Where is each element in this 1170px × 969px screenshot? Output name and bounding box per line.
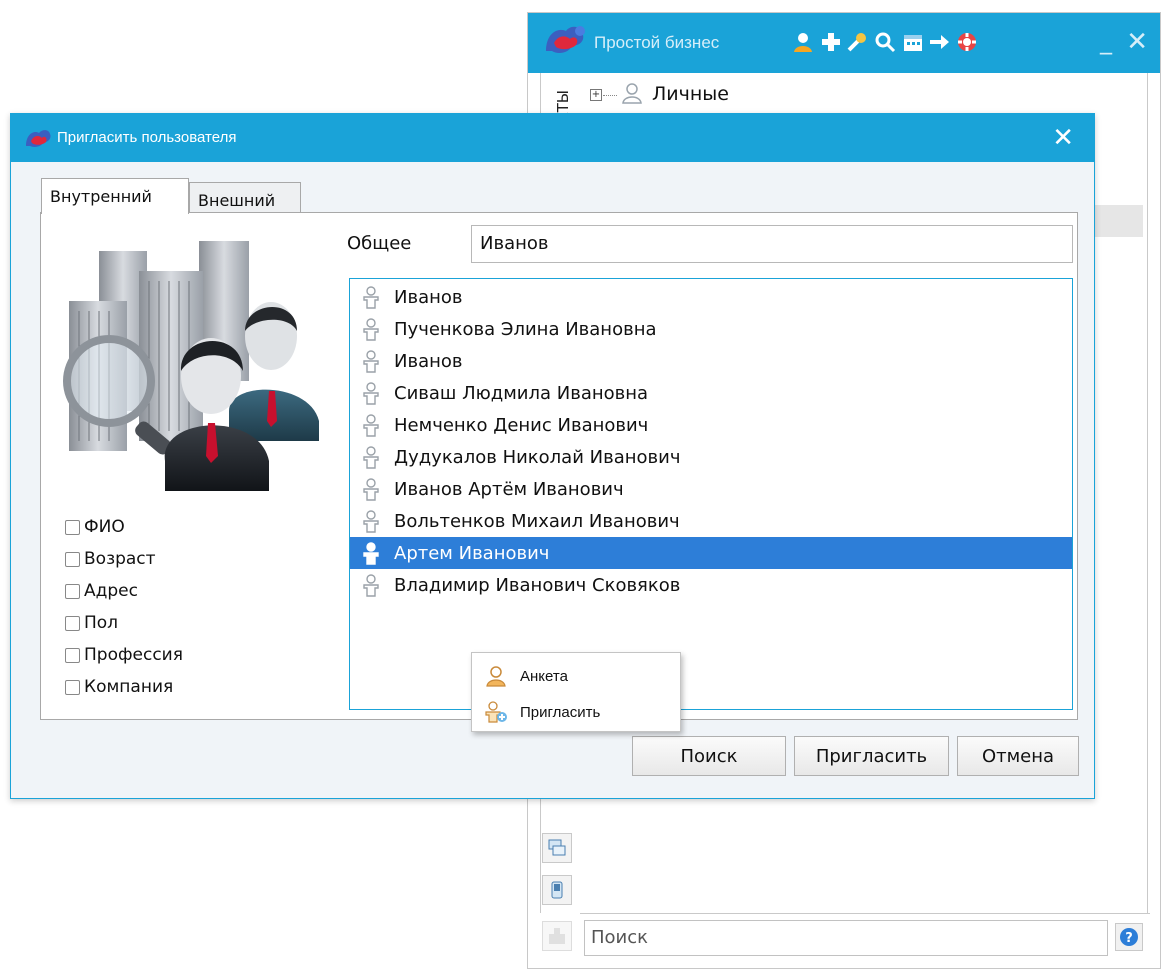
user-name: Вольтенков Михаил Иванович <box>394 510 680 532</box>
checkbox[interactable] <box>65 615 80 631</box>
list-item[interactable]: Сиваш Людмила Ивановна <box>350 377 1072 409</box>
person-icon <box>363 318 379 341</box>
user-name: Немченко Денис Иванович <box>394 414 649 436</box>
users-search-illustration-icon <box>63 241 319 491</box>
invite-user-dialog: Пригласить пользователя ✕ Внутренний Вне… <box>10 113 1095 799</box>
person-icon <box>363 542 379 565</box>
list-item[interactable]: Немченко Денис Иванович <box>350 409 1072 441</box>
main-close-button[interactable]: ✕ <box>1126 29 1148 55</box>
phone-view-button[interactable] <box>542 875 572 905</box>
dialog-title: Пригласить пользователя <box>57 129 237 146</box>
menu-item-invite[interactable]: Пригласить <box>472 695 680 729</box>
general-search-input[interactable]: Иванов <box>471 225 1073 263</box>
contacts-view-button[interactable] <box>542 833 572 863</box>
background-row-highlight <box>1093 205 1143 237</box>
filter-address[interactable]: Адрес <box>65 579 138 603</box>
list-item[interactable]: Дудукалов Николай Иванович <box>350 441 1072 473</box>
filter-label: Профессия <box>84 645 183 665</box>
user-name: Владимир Иванович Сковяков <box>394 574 681 596</box>
invite-button[interactable]: Пригласить <box>794 736 949 776</box>
user-name: Иванов <box>394 350 463 372</box>
filter-full-name[interactable]: ФИО <box>65 515 125 539</box>
list-item[interactable]: Иванов <box>350 345 1072 377</box>
person-icon <box>363 574 379 597</box>
dialog-titlebar: Пригласить пользователя ✕ <box>11 114 1094 162</box>
user-name: Сиваш Людмила Ивановна <box>394 382 649 404</box>
person-icon <box>363 446 379 469</box>
user-name: Пученкова Элина Ивановна <box>394 318 657 340</box>
dialog-close-button[interactable]: ✕ <box>1052 124 1074 152</box>
checkbox[interactable] <box>65 583 80 599</box>
tree-expand-icon[interactable]: + <box>590 89 602 101</box>
main-divider <box>580 913 1150 914</box>
svg-text:?: ? <box>1125 931 1133 946</box>
filter-gender[interactable]: Пол <box>65 611 118 635</box>
list-item[interactable]: Владимир Иванович Сковяков <box>350 569 1072 601</box>
arrow-right-icon[interactable] <box>926 29 952 55</box>
phone-icon <box>551 881 563 899</box>
user-name: Артем Иванович <box>394 542 550 564</box>
filter-label: Адрес <box>84 581 138 601</box>
app-logo-icon <box>26 130 51 147</box>
list-item[interactable]: Иванов <box>350 281 1072 313</box>
context-menu: Анкета Пригласить <box>471 652 681 732</box>
main-window-title: Простой бизнес <box>594 33 720 52</box>
tab-external[interactable]: Внешний <box>189 182 301 216</box>
tree-user-icon <box>622 83 642 104</box>
search-button[interactable]: Поиск <box>632 736 786 776</box>
filter-label: ФИО <box>84 517 125 537</box>
filter-label: Возраст <box>84 549 156 569</box>
main-titlebar: Простой бизнес _ ✕ <box>528 13 1160 73</box>
tree-connector <box>603 95 617 96</box>
checkbox[interactable] <box>65 519 80 535</box>
person-icon <box>363 414 379 437</box>
plus-icon[interactable] <box>818 29 844 55</box>
user-icon[interactable] <box>790 29 816 55</box>
list-item[interactable]: Вольтенков Михаил Иванович <box>350 505 1072 537</box>
person-icon <box>363 510 379 533</box>
tab-panel: ФИО Возраст Адрес Пол Профессия Компания… <box>40 212 1078 720</box>
search-icon[interactable] <box>872 29 898 55</box>
filter-profession[interactable]: Профессия <box>65 643 183 667</box>
checkbox[interactable] <box>65 647 80 663</box>
tree-item-personal[interactable]: Личные <box>652 83 729 105</box>
user-name: Дудукалов Николай Иванович <box>394 446 681 468</box>
menu-item-label: Пригласить <box>520 703 601 721</box>
checkbox[interactable] <box>65 679 80 695</box>
help-button[interactable]: ? <box>1115 923 1143 951</box>
user-results-list[interactable]: Иванов Пученкова Элина Ивановна Иванов С… <box>349 278 1073 710</box>
filter-age[interactable]: Возраст <box>65 547 156 571</box>
user-name: Иванов Артём Иванович <box>394 478 624 500</box>
main-search-input[interactable]: Поиск <box>584 920 1108 956</box>
app-logo-icon <box>546 26 585 53</box>
menu-item-profile[interactable]: Анкета <box>472 659 680 693</box>
calendar-icon[interactable] <box>900 29 926 55</box>
person-icon <box>363 286 379 309</box>
checkbox[interactable] <box>65 551 80 567</box>
person-icon <box>363 382 379 405</box>
cancel-button[interactable]: Отмена <box>957 736 1079 776</box>
profile-icon <box>486 666 506 687</box>
menu-item-label: Анкета <box>520 667 568 685</box>
filter-company[interactable]: Компания <box>65 675 173 699</box>
filter-label: Компания <box>84 677 174 697</box>
general-label: Общее <box>347 233 412 254</box>
help-icon: ? <box>1120 928 1138 946</box>
person-icon <box>363 350 379 373</box>
list-item-selected[interactable]: Артем Иванович <box>350 537 1072 569</box>
filter-label: Пол <box>84 613 119 633</box>
lifebuoy-icon[interactable] <box>954 29 980 55</box>
tab-internal[interactable]: Внутренний <box>41 178 189 214</box>
list-item[interactable]: Иванов Артём Иванович <box>350 473 1072 505</box>
org-view-button[interactable] <box>542 921 572 951</box>
person-icon <box>363 478 379 501</box>
list-item[interactable]: Пученкова Элина Ивановна <box>350 313 1072 345</box>
invite-icon <box>485 701 507 723</box>
grid-icon <box>549 928 565 944</box>
minimize-button[interactable]: _ <box>1100 29 1112 53</box>
user-name: Иванов <box>394 286 463 308</box>
wrench-icon[interactable] <box>844 29 870 55</box>
computer-users-icon <box>548 839 566 856</box>
